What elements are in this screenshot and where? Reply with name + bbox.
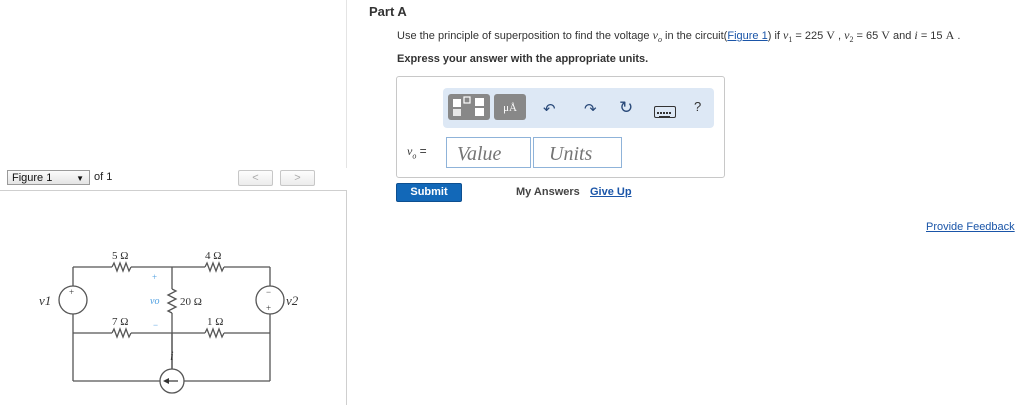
- question-end: .: [954, 30, 961, 42]
- question-text-circuit: in the circuit(: [661, 30, 728, 42]
- figure-select-value: Figure 1: [12, 172, 53, 184]
- answer-equals: =: [416, 144, 427, 158]
- r-bottom-left-label: 7 Ω: [112, 316, 128, 328]
- give-up-link[interactable]: Give Up: [590, 186, 632, 198]
- dropdown-arrow-icon: ▼: [76, 174, 84, 183]
- r-bottom-right-label: 1 Ω: [207, 316, 223, 328]
- figure-1-link[interactable]: Figure 1: [727, 30, 767, 42]
- prev-figure-button[interactable]: <: [238, 170, 273, 186]
- figure-select[interactable]: Figure 1 ▼: [7, 170, 90, 185]
- v2-unit: V: [881, 28, 890, 42]
- r-top-right-label: 4 Ω: [205, 250, 221, 262]
- question-text-if: ) if: [767, 30, 783, 42]
- units-input[interactable]: [533, 137, 622, 168]
- vo-minus-sign: −: [153, 320, 158, 330]
- vo-label: vo: [150, 296, 159, 307]
- source-v1-label: v1: [39, 293, 51, 308]
- v2-plus-sign: +: [266, 303, 271, 313]
- v2-value: = 65: [853, 30, 882, 42]
- i-value: = 15: [917, 30, 946, 42]
- v1-plus-sign: +: [69, 287, 74, 297]
- instruction-text: Express your answer with the appropriate…: [397, 53, 649, 65]
- r-middle-label: 20 Ω: [180, 296, 202, 308]
- v1-unit: V: [826, 28, 835, 42]
- figure-count-label: of 1: [94, 171, 113, 183]
- part-title: Part A: [369, 4, 407, 19]
- my-answers-link[interactable]: My Answers: [516, 186, 580, 198]
- submit-button[interactable]: Submit: [396, 183, 462, 202]
- source-v2-label: v2: [286, 293, 299, 308]
- template-icon: [453, 96, 484, 116]
- keyboard-keys-icon: [657, 112, 671, 118]
- question-separator: ,: [834, 30, 845, 42]
- vo-plus-sign: +: [152, 272, 157, 282]
- reset-icon[interactable]: ↻: [619, 98, 633, 118]
- answer-variable-label: vo =: [407, 144, 427, 160]
- current-label: i: [170, 348, 174, 363]
- undo-icon[interactable]: ↶: [543, 100, 556, 118]
- provide-feedback-link[interactable]: Provide Feedback: [926, 221, 1015, 233]
- units-button[interactable]: μÅ: [494, 94, 526, 120]
- figure-frame: 5 Ω 4 Ω 7 Ω 1 Ω 20 Ω v1 v2 vo i + − + + …: [0, 190, 347, 405]
- value-input[interactable]: [446, 137, 531, 168]
- panel-divider: [346, 0, 347, 168]
- keyboard-icon[interactable]: [654, 106, 676, 118]
- question-text-and: and: [889, 30, 915, 42]
- i-unit: A: [945, 28, 955, 42]
- template-button[interactable]: [448, 94, 490, 120]
- circuit-diagram: 5 Ω 4 Ω 7 Ω 1 Ω 20 Ω v1 v2 vo i + − + + …: [39, 250, 299, 394]
- question-text-before: Use the principle of superposition to fi…: [397, 30, 653, 42]
- help-button[interactable]: ?: [694, 99, 701, 114]
- question-text: Use the principle of superposition to fi…: [397, 28, 960, 44]
- figure-panel-top: [0, 0, 347, 168]
- r-top-left-label: 5 Ω: [112, 250, 128, 262]
- redo-icon[interactable]: ↷: [584, 100, 597, 118]
- next-figure-button[interactable]: >: [280, 170, 315, 186]
- v2-minus-sign: −: [266, 287, 271, 297]
- v1-value: = 225: [792, 30, 827, 42]
